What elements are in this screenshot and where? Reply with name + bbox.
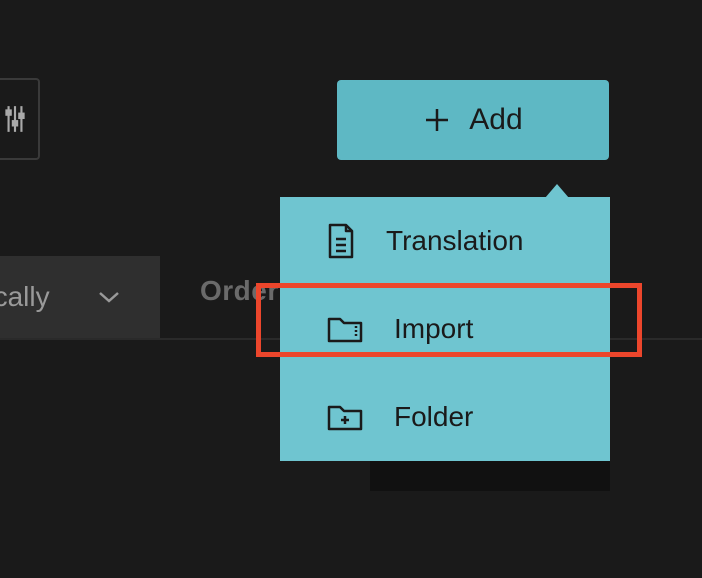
sliders-icon xyxy=(2,104,28,134)
folder-import-icon xyxy=(326,313,364,345)
plus-icon xyxy=(423,106,451,134)
file-icon xyxy=(326,223,356,259)
menu-item-label: Import xyxy=(394,313,473,345)
background-panel xyxy=(370,461,610,491)
menu-item-import[interactable]: Import xyxy=(280,285,610,373)
dropdown-arrow xyxy=(545,184,569,198)
folder-plus-icon xyxy=(326,401,364,433)
chevron-down-icon xyxy=(98,290,120,304)
sort-dropdown[interactable]: etically xyxy=(0,256,160,338)
filter-button[interactable] xyxy=(0,78,40,160)
menu-item-folder[interactable]: Folder xyxy=(280,373,610,461)
add-button[interactable]: Add xyxy=(337,80,609,160)
menu-item-label: Translation xyxy=(386,225,523,257)
add-dropdown-menu: Translation Import Folder xyxy=(280,197,610,461)
order-label: Order xyxy=(200,275,279,307)
menu-item-translation[interactable]: Translation xyxy=(280,197,610,285)
menu-item-label: Folder xyxy=(394,401,473,433)
add-button-label: Add xyxy=(469,103,522,137)
sort-label: etically xyxy=(0,281,50,313)
